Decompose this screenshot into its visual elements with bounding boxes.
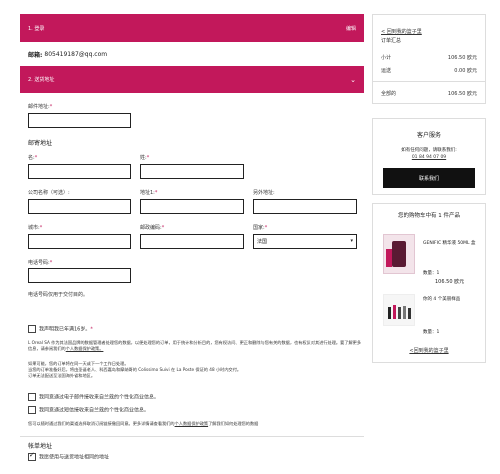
newsletter-sms-checkbox[interactable] — [28, 406, 36, 414]
firstname-label: 姓:* — [140, 155, 150, 161]
phone-label: 电话号码:* — [28, 260, 53, 266]
total-row: 全部的 106.50 欧元 — [381, 90, 477, 97]
age-checkbox-row[interactable]: 我声明我已年满16岁。* — [28, 325, 93, 333]
address1-label: 地址1:* — [140, 190, 158, 196]
item1-name: GENIFIC 精华液 50ML 盒 — [423, 241, 476, 246]
total-value: 106.50 欧元 — [447, 91, 477, 97]
zip-input[interactable] — [140, 234, 244, 249]
privacy-policy-link[interactable]: 个人数据保护政策。 — [66, 346, 104, 351]
company-label: 公司名称（可选）: — [28, 190, 70, 196]
contact-us-button[interactable]: 联系我们 — [383, 168, 475, 188]
step-shipping-header[interactable]: 2. 送货地址 ⌄ — [20, 66, 364, 93]
item2-name: 你的 4 个美丽样品 — [423, 297, 461, 302]
checkout-main: 1. 登录 编辑 邮箱: 805419187@qq.com 2. 送货地址 ⌄ — [20, 14, 364, 93]
select-arrow-icon: ▾ — [350, 238, 353, 244]
country-select[interactable]: 法国 ▾ — [253, 234, 357, 249]
product-image-genific — [383, 234, 415, 274]
email-address-input[interactable] — [28, 113, 131, 128]
postcode-label: 邮件地址:* — [28, 104, 53, 110]
step-shipping-label: 2. 送货地址 — [28, 77, 55, 83]
customer-service-text: 如有任何问题，请联系我们: — [401, 148, 457, 153]
lastname-label: 名:* — [28, 155, 38, 161]
billing-same-checkbox[interactable] — [28, 451, 36, 461]
company-input[interactable] — [28, 199, 131, 214]
item2-qty: 数量：1 — [423, 330, 440, 335]
order-summary-title: 订单汇总 — [381, 38, 402, 44]
newsletter-sms-row[interactable]: 我同意通过短信接收来自兰蔻的个性化商业信息。 — [28, 406, 149, 414]
phone-input[interactable] — [28, 268, 131, 283]
cart-back-link[interactable]: <回到我的篮子里 — [373, 347, 485, 354]
country-label: 国家:* — [253, 225, 268, 231]
newsletter-email-checkbox[interactable] — [28, 393, 36, 401]
unsubscribe-policy-link[interactable]: 个人数据保护政策 — [175, 421, 209, 426]
step-login-label: 1. 登录 — [28, 25, 45, 32]
firstname-input[interactable] — [140, 164, 244, 179]
address1-input[interactable] — [140, 199, 244, 214]
chevron-down-icon[interactable]: ⌄ — [350, 76, 356, 84]
shipping-label: 运送 — [381, 68, 392, 74]
edit-login-link[interactable]: 编辑 — [346, 25, 356, 32]
shipping-line-3: 订单无法配送至法国海外省和地区。 — [28, 373, 96, 378]
step-login-header[interactable]: 1. 登录 编辑 — [20, 14, 364, 42]
newsletter-sms-label: 我同意通过短信接收来自兰蔻的个性化商业信息。 — [39, 407, 150, 414]
subtotal-value: 106.50 欧元 — [447, 55, 477, 61]
city-input[interactable] — [28, 234, 131, 249]
age-checkbox[interactable] — [28, 325, 36, 333]
billing-title: 帐单地址 — [28, 443, 53, 450]
subtotal-row: 小计 106.50 欧元 — [381, 54, 477, 61]
email-value: 805419187@qq.com — [44, 50, 108, 58]
subtotal-label: 小计 — [381, 55, 392, 61]
shipping-row: 运送 0.00 欧元 — [381, 67, 477, 74]
unsubscribe-notice: 您可以随时通过我们的渠道选择取消订阅链接撤回同意。更多详情请查看我们的个人数据保… — [28, 421, 259, 426]
back-to-basket-link[interactable]: < 回到我的篮子里 — [381, 28, 477, 35]
newsletter-email-row[interactable]: 我同意通过电子邮件接收来自兰蔻的个性化商业信息。 — [28, 393, 159, 401]
privacy-notice: L Oreal SA 作为其法国品牌的数据管理者处理您的数据，以便处理您的订单，… — [28, 340, 362, 351]
country-value: 法国 — [257, 239, 268, 245]
zip-label: 邮政编码:* — [140, 225, 165, 231]
shipping-value: 0.00 欧元 — [454, 68, 477, 74]
email-summary: 邮箱: 805419187@qq.com — [20, 42, 364, 66]
newsletter-email-label: 我同意通过电子邮件接收来自兰蔻的个性化商业信息。 — [39, 394, 160, 401]
cart-card: 您的购物车中有 1 件产品 GENIFIC 精华液 50ML 盒 数量：1 10… — [372, 203, 486, 363]
email-label: 邮箱: — [28, 51, 43, 59]
item1-qty: 数量：1 — [423, 271, 440, 276]
order-summary-card: < 回到我的篮子里 订单汇总 小计 106.50 欧元 运送 0.00 欧元 全… — [372, 14, 486, 104]
divider — [20, 436, 364, 437]
city-label: 城市:* — [28, 225, 43, 231]
customer-service-phone[interactable]: 01 84 94 07 09 — [373, 155, 485, 160]
cart-title: 您的购物车中有 1 件产品 — [398, 213, 460, 219]
address2-label: 另外地址: — [253, 190, 275, 196]
billing-same-row[interactable]: 我愿使用与送货地址相同的地址 — [28, 451, 110, 461]
address-section-title: 邮寄地址 — [28, 140, 53, 147]
address2-input[interactable] — [253, 199, 357, 214]
item1-price: 106.50 欧元 — [435, 279, 465, 285]
shipping-notice: 如果可能，您的订单将在同一天或下一个工作日处理。 当您的订单准备好后，将由圣诞老… — [28, 361, 364, 379]
phone-note: 电话号码仅用于交付目的。 — [28, 292, 89, 298]
product-image-samples — [383, 294, 415, 326]
lastname-input[interactable] — [28, 164, 131, 179]
customer-service-card: 客户服务 如有任何问题，请联系我们: 01 84 94 07 09 联系我们 — [372, 118, 486, 195]
total-label: 全部的 — [381, 91, 397, 97]
age-checkbox-label: 我声明我已年满16岁。 — [39, 326, 91, 333]
customer-service-title: 客户服务 — [416, 132, 441, 139]
billing-same-label: 我愿使用与送货地址相同的地址 — [39, 454, 110, 461]
